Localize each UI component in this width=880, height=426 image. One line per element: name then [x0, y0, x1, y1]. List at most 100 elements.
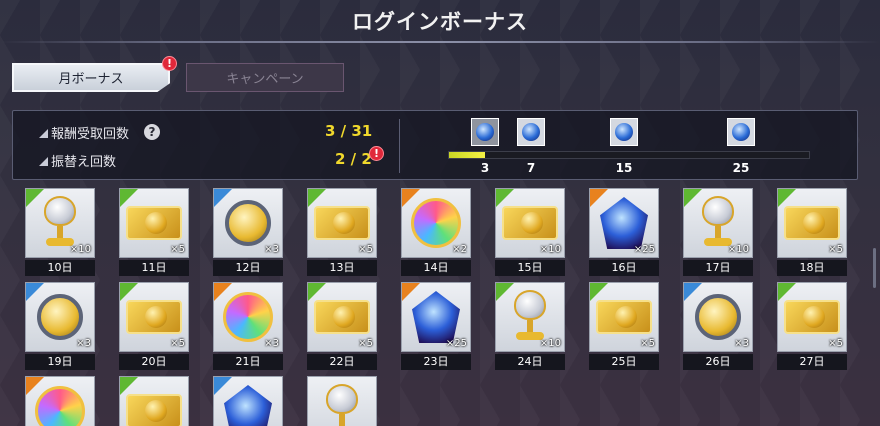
panel-divider [399, 119, 400, 173]
reward-quantity: ×10 [69, 244, 91, 255]
page-title: ログインボーナス [352, 10, 528, 34]
reward-quantity: ×5 [640, 338, 655, 349]
coin-icon [37, 294, 83, 340]
rarity-corner [684, 283, 702, 301]
reward-day-label: 24日 [495, 354, 565, 370]
milestone-reward-icon[interactable] [471, 118, 499, 146]
reward-cell[interactable]: ×3 26日 [683, 282, 753, 370]
reward-quantity: ×3 [264, 244, 279, 255]
reward-quantity: ×5 [170, 338, 185, 349]
reward-cell[interactable]: ×25 23日 [401, 282, 471, 370]
reward-day-label: 10日 [25, 260, 95, 276]
reward-item[interactable]: ×5 [307, 188, 377, 258]
reward-cell[interactable]: ×10 10日 [25, 188, 95, 276]
reset-notification-badge: ! [369, 146, 384, 161]
reward-day-label: 27日 [777, 354, 847, 370]
reward-cell[interactable]: ×3 19日 [25, 282, 95, 370]
reward-quantity: ×25 [633, 244, 655, 255]
rarity-corner [778, 189, 796, 207]
rarity-corner [590, 189, 608, 207]
rarity-corner [214, 377, 232, 395]
reward-cell[interactable]: ×5 22日 [307, 282, 377, 370]
reward-cell[interactable] [307, 376, 377, 426]
reward-item[interactable]: ×3 [25, 282, 95, 352]
reward-cell[interactable]: ×5 20日 [119, 282, 189, 370]
reward-cell[interactable] [25, 376, 95, 426]
gem-icon [522, 123, 540, 141]
reward-day-label: 13日 [307, 260, 377, 276]
scrollbar[interactable] [873, 248, 876, 288]
ticket-icon [126, 206, 182, 240]
coin-icon [225, 200, 271, 246]
reward-day-label: 21日 [213, 354, 283, 370]
reward-cell[interactable]: ×3 21日 [213, 282, 283, 370]
help-icon[interactable]: ? [144, 124, 160, 140]
reward-cell[interactable]: ×10 15日 [495, 188, 565, 276]
progress-fill [449, 152, 485, 158]
reward-day-label: 12日 [213, 260, 283, 276]
reward-cell[interactable]: ×3 12日 [213, 188, 283, 276]
gem-icon [476, 123, 494, 141]
reward-item[interactable]: ×3 [213, 282, 283, 352]
reward-cell[interactable]: ×5 13日 [307, 188, 377, 276]
reward-item[interactable]: ×5 [777, 188, 847, 258]
milestone-reward-icon[interactable] [517, 118, 545, 146]
received-count-label: 報酬受取回数 [39, 123, 129, 142]
reward-cell[interactable]: ×25 16日 [589, 188, 659, 276]
reward-cell[interactable]: ×2 14日 [401, 188, 471, 276]
reward-item[interactable]: ×10 [683, 188, 753, 258]
tab-campaign[interactable]: キャンペーン [186, 63, 344, 92]
reward-item[interactable]: ×5 [589, 282, 659, 352]
reward-day-label: 22日 [307, 354, 377, 370]
reward-item[interactable]: ×25 [401, 282, 471, 352]
rarity-corner [120, 377, 138, 395]
reward-day-label: 18日 [777, 260, 847, 276]
reward-item[interactable] [307, 376, 377, 426]
reward-item[interactable]: ×2 [401, 188, 471, 258]
goblet-icon [698, 196, 738, 250]
reward-item[interactable]: ×5 [119, 282, 189, 352]
reward-item[interactable] [119, 376, 189, 426]
reward-item[interactable]: ×10 [495, 188, 565, 258]
milestone-reward-icon[interactable] [610, 118, 638, 146]
rainbow-orb-icon [411, 198, 461, 248]
rarity-corner [214, 189, 232, 207]
reward-quantity: ×10 [727, 244, 749, 255]
reward-item[interactable]: ×3 [683, 282, 753, 352]
goblet-icon [40, 196, 80, 250]
reset-count-label: 振替え回数 [39, 151, 116, 170]
tab-notification-badge: ! [162, 56, 177, 71]
reward-item[interactable]: ×5 [307, 282, 377, 352]
reward-item[interactable]: ×5 [119, 188, 189, 258]
reward-quantity: ×25 [445, 338, 467, 349]
rarity-corner [778, 283, 796, 301]
ticket-icon [502, 206, 558, 240]
milestone-reward-icon[interactable] [727, 118, 755, 146]
reward-day-label: 25日 [589, 354, 659, 370]
reward-cell[interactable]: ×5 18日 [777, 188, 847, 276]
tab-monthly-bonus[interactable]: 月ボーナス [12, 63, 170, 92]
reward-cell[interactable]: ×10 17日 [683, 188, 753, 276]
reward-item[interactable]: ×10 [495, 282, 565, 352]
reward-cell[interactable] [119, 376, 189, 426]
rarity-corner [308, 283, 326, 301]
reward-item[interactable]: ×3 [213, 188, 283, 258]
reward-day-label: 19日 [25, 354, 95, 370]
reward-item[interactable] [213, 376, 283, 426]
reward-quantity: ×5 [358, 338, 373, 349]
reward-cell[interactable] [213, 376, 283, 426]
reward-cell[interactable]: ×5 11日 [119, 188, 189, 276]
reward-quantity: ×5 [170, 244, 185, 255]
reward-cell[interactable]: ×10 24日 [495, 282, 565, 370]
reward-item[interactable]: ×10 [25, 188, 95, 258]
reward-day-label: 11日 [119, 260, 189, 276]
tab-label: キャンペーン [226, 72, 304, 87]
reward-cell[interactable]: ×5 27日 [777, 282, 847, 370]
rarity-corner [402, 283, 420, 301]
reward-item[interactable] [25, 376, 95, 426]
reward-item[interactable]: ×5 [777, 282, 847, 352]
rarity-corner [496, 189, 514, 207]
reward-item[interactable]: ×25 [589, 188, 659, 258]
rarity-corner [402, 189, 420, 207]
reward-cell[interactable]: ×5 25日 [589, 282, 659, 370]
